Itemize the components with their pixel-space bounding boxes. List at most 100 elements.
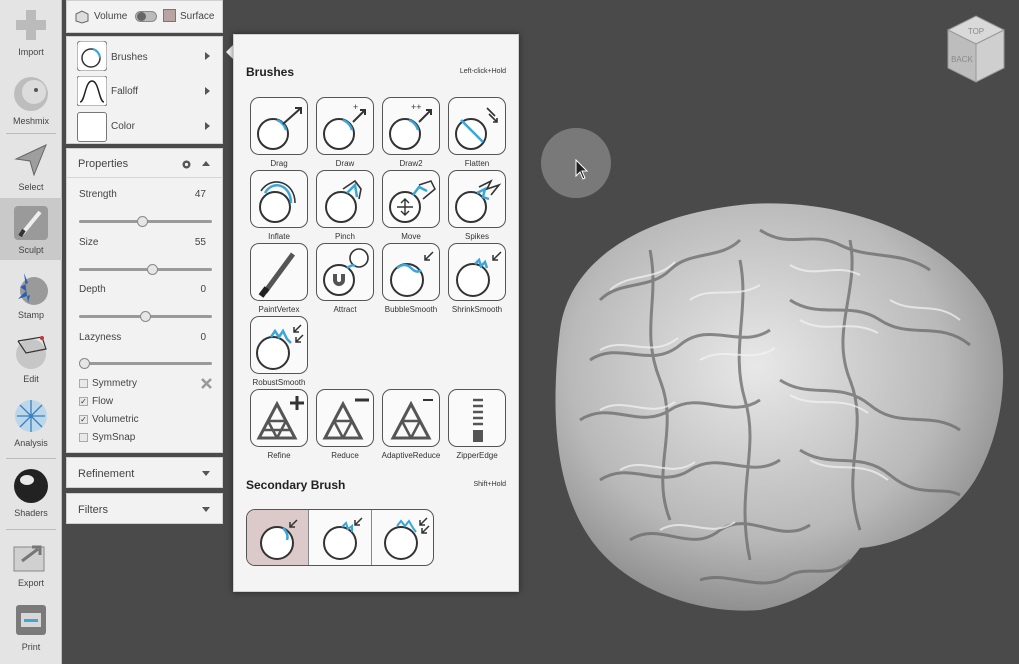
select-arrow-icon: [14, 144, 47, 177]
strength-slider[interactable]: [79, 216, 212, 227]
properties-header[interactable]: Properties: [67, 149, 222, 178]
draw2-icon: ++: [389, 102, 432, 150]
size-label: Size: [79, 237, 99, 248]
brush-attract-button[interactable]: [316, 243, 374, 301]
toolbar-label: Stamp: [17, 310, 44, 320]
robustsmooth-icon: [384, 517, 430, 560]
view-cube[interactable]: TOP BACK: [944, 8, 1008, 88]
view-cube-top-label: TOP: [968, 27, 984, 36]
analysis-button[interactable]: Analysis: [0, 391, 62, 453]
inflate-icon: [259, 181, 296, 223]
volume-cube-icon: [75, 10, 89, 24]
slider-knob[interactable]: [79, 358, 90, 369]
size-value: 55: [194, 237, 206, 248]
import-button[interactable]: Import: [0, 0, 62, 62]
lazyness-slider[interactable]: [79, 358, 212, 369]
adaptivereduce-icon: [390, 399, 433, 440]
brush-draw2-button[interactable]: ++: [382, 97, 440, 155]
brush-move-button[interactable]: [382, 170, 440, 228]
brushes-popup: Brushes Left-click+Hold Drag + Draw ++ Draw2…: [233, 34, 519, 592]
plus-icon: [16, 10, 46, 40]
volumetric-checkbox[interactable]: ✓: [79, 415, 88, 424]
falloff-curve-icon: [77, 76, 107, 106]
surface-label: Surface: [180, 11, 215, 22]
refinement-header[interactable]: Refinement: [66, 457, 223, 488]
draw-icon: +: [323, 102, 366, 150]
toolbar-label: Shaders: [14, 508, 48, 518]
sculpt-button[interactable]: Sculpt: [0, 198, 62, 260]
symmetry-checkbox[interactable]: [79, 379, 88, 388]
print-button[interactable]: Print: [0, 595, 62, 657]
brush-draw-button[interactable]: +: [316, 97, 374, 155]
select-button[interactable]: Select: [0, 135, 62, 197]
brush-label: Refine: [267, 451, 291, 460]
toolbar-label: Sculpt: [18, 245, 44, 255]
color-row[interactable]: Color: [67, 109, 222, 145]
expand-arrow-icon: [205, 87, 210, 95]
brushes-title: Brushes: [246, 65, 295, 79]
meshmix-button[interactable]: Meshmix: [0, 69, 62, 131]
brush-label: Draw: [335, 159, 355, 168]
brush-bubblesmooth-button[interactable]: [382, 243, 440, 301]
strength-label: Strength: [79, 189, 117, 200]
svg-text:+: +: [353, 102, 358, 112]
brush-label: ZipperEdge: [456, 451, 498, 460]
symsnap-checkbox[interactable]: [79, 433, 88, 442]
flow-checkbox[interactable]: ✓: [79, 397, 88, 406]
brush-zipperedge-button[interactable]: [448, 389, 506, 447]
secondary-bubblesmooth-button[interactable]: [247, 510, 309, 565]
expand-arrow-icon: [202, 471, 210, 476]
slider-knob[interactable]: [147, 264, 158, 275]
brush-spikes-button[interactable]: [448, 170, 506, 228]
export-icon: [13, 545, 45, 572]
properties-title: Properties: [78, 158, 129, 170]
brush-label: RobustSmooth: [252, 378, 306, 387]
volume-surface-toggle[interactable]: [135, 11, 157, 22]
edit-sphere-icon: [16, 336, 47, 369]
brush-reduce-button[interactable]: [316, 389, 374, 447]
filters-header[interactable]: Filters: [66, 493, 223, 524]
toolbar-label: Import: [18, 47, 44, 57]
secondary-brush-hint: Shift+Hold: [473, 481, 507, 488]
size-slider[interactable]: [79, 264, 212, 275]
secondary-shrinksmooth-button[interactable]: [310, 510, 372, 565]
falloff-row[interactable]: Falloff: [67, 73, 222, 109]
toolbar-label: Meshmix: [12, 116, 49, 126]
toolbar-label: Edit: [23, 374, 39, 384]
stamp-button[interactable]: Stamp: [0, 263, 62, 325]
shrinksmooth-icon: [456, 251, 502, 297]
stamp-icon: [18, 273, 48, 305]
main-toolbar: Import Meshmix Select Sculpt Stamp Edit …: [0, 0, 62, 664]
brush-inflate-button[interactable]: [250, 170, 308, 228]
brush-shrinksmooth-button[interactable]: [448, 243, 506, 301]
zipperedge-icon: [473, 396, 483, 442]
brush-robustsmooth-button[interactable]: [250, 316, 308, 374]
edit-button[interactable]: Edit: [0, 327, 62, 389]
brush-label: ShrinkSmooth: [451, 305, 503, 314]
brush-label: Drag: [270, 159, 288, 168]
brushes-row[interactable]: Brushes: [67, 37, 222, 73]
depth-slider[interactable]: [79, 311, 212, 322]
surface-swatch-icon: [163, 9, 176, 22]
brush-drag-button[interactable]: [250, 97, 308, 155]
export-button[interactable]: Export: [0, 531, 62, 593]
secondary-robustsmooth-button[interactable]: [373, 510, 433, 565]
brush-pinch-button[interactable]: [316, 170, 374, 228]
tools-cross-icon[interactable]: [200, 377, 213, 390]
shader-sphere-icon: [14, 469, 48, 503]
brush-flatten-button[interactable]: [448, 97, 506, 155]
gear-icon[interactable]: [181, 159, 192, 170]
color-label: Color: [111, 121, 135, 132]
brush-adaptivereduce-button[interactable]: [382, 389, 440, 447]
brush-refine-button[interactable]: [250, 389, 308, 447]
shaders-button[interactable]: Shaders: [0, 461, 62, 523]
view-cube-back-label: BACK: [951, 55, 973, 64]
brush-paintvertex-button[interactable]: [250, 243, 308, 301]
collapse-arrow-icon[interactable]: [202, 161, 210, 166]
toolbar-label: Select: [18, 182, 44, 192]
slider-knob[interactable]: [140, 311, 151, 322]
brush-label: Move: [401, 232, 421, 241]
symsnap-label: SymSnap: [92, 432, 136, 443]
expand-arrow-icon: [205, 52, 210, 60]
slider-knob[interactable]: [137, 216, 148, 227]
